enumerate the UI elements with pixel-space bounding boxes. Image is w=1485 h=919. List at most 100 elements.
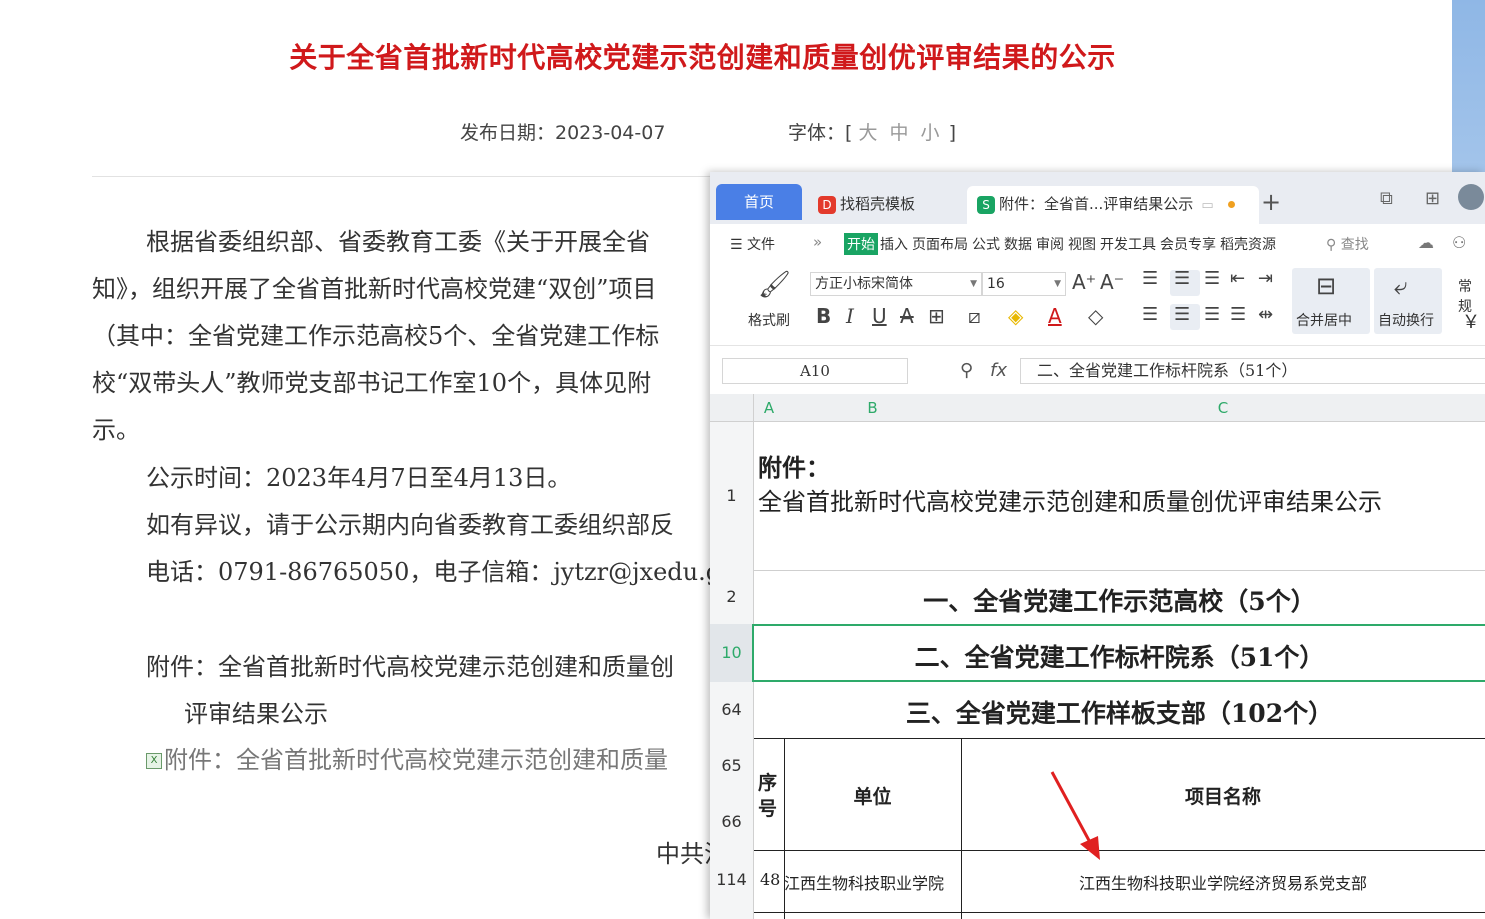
- font-name-select[interactable]: 方正小标宋简体 ▼: [810, 272, 982, 296]
- cloud-sync-icon[interactable]: ☁: [1418, 233, 1434, 252]
- red-arrow-annotation: [1050, 771, 1100, 860]
- increase-font-icon[interactable]: A⁺: [1072, 270, 1096, 294]
- cell-attachment-label[interactable]: 附件：: [758, 448, 830, 483]
- justify-icon[interactable]: ☰: [1230, 304, 1246, 325]
- menu-item[interactable]: 视图: [1068, 237, 1096, 253]
- search-icon: ⚲: [1326, 237, 1341, 253]
- border-icon[interactable]: ⊞: [928, 304, 945, 328]
- window-mode-icon[interactable]: ⧉: [1380, 188, 1393, 209]
- row-number[interactable]: 114: [710, 850, 754, 919]
- menu-item[interactable]: 稻壳资源: [1220, 237, 1276, 253]
- spreadsheet-grid[interactable]: A B C 1 2 10 64 65 66 114 附件： 全省首批新时代高校党…: [710, 394, 1485, 919]
- row-number-selected[interactable]: 10: [710, 624, 754, 682]
- share-user-icon[interactable]: ⚇: [1452, 233, 1466, 252]
- format-painter-icon[interactable]: 🖌: [758, 270, 791, 300]
- expand-menu-icon[interactable]: »: [813, 233, 822, 251]
- menu-item[interactable]: 审阅: [1036, 237, 1064, 253]
- zoom-icon[interactable]: ⚲: [960, 360, 973, 381]
- attachment-text: 附件：全省首批新时代高校党建示范创建和质量创: [146, 653, 674, 681]
- column-header-a[interactable]: A: [754, 394, 784, 422]
- menu-items: 插入 页面布局 公式 数据 审阅 视图 开发工具 会员专享 稻壳资源: [880, 234, 1280, 254]
- cell-section-3[interactable]: 三、全省党建工作样板支部（102个）: [754, 694, 1485, 730]
- row-divider: [754, 570, 1485, 571]
- row-number[interactable]: 64: [710, 682, 754, 738]
- tab-home[interactable]: 首页: [716, 184, 802, 220]
- search-button[interactable]: ⚲ 查找: [1326, 234, 1369, 254]
- table-header-border: [754, 850, 1485, 851]
- tab-document[interactable]: S 附件：全省首...评审结果公示 ▭: [967, 186, 1259, 224]
- merge-cells-icon[interactable]: ⊟: [1316, 272, 1336, 300]
- publish-date: 发布日期：2023-04-07: [460, 122, 666, 144]
- currency-button[interactable]: ￥: [1462, 308, 1480, 334]
- clear-format-icon[interactable]: ◇: [1088, 304, 1103, 328]
- column-header-c[interactable]: C: [961, 394, 1485, 422]
- name-box[interactable]: A10: [722, 358, 908, 384]
- strikethrough-icon[interactable]: A: [900, 304, 914, 328]
- ribbon-toolbar: 🖌 格式刷 方正小标宋简体 ▼ 16 ▼ A⁺ A⁻ B I U A ⊞ ⧄ ◈ A…: [710, 264, 1485, 346]
- cell-section-1[interactable]: 一、全省党建工作示范高校（5个）: [754, 582, 1485, 618]
- align-bottom-icon[interactable]: ☰: [1204, 268, 1220, 289]
- new-tab-icon[interactable]: +: [1261, 188, 1281, 216]
- menu-item[interactable]: 插入: [880, 237, 908, 253]
- attachment-link-label: 附件：全省首批新时代高校党建示范创建和质量: [164, 746, 668, 774]
- bold-icon[interactable]: B: [816, 304, 831, 328]
- menu-item[interactable]: 会员专享: [1160, 237, 1216, 253]
- file-menu[interactable]: ☰ 文件: [730, 234, 775, 254]
- fx-icon[interactable]: fx: [990, 360, 1007, 381]
- indent-icon[interactable]: ⇥: [1258, 268, 1273, 289]
- avatar[interactable]: [1458, 184, 1484, 210]
- tab-bar: 首页 D 找稻壳模板 S 附件：全省首...评审结果公示 ▭ + ⧉ ⊞: [710, 172, 1485, 224]
- align-center-icon[interactable]: ☰: [1174, 304, 1190, 325]
- row-number[interactable]: 65: [710, 738, 754, 794]
- font-size-select[interactable]: 16 ▼: [982, 272, 1066, 296]
- distribute-icon[interactable]: ⇹: [1258, 304, 1273, 325]
- font-size-switcher: 字体：[ 大 中 小 ]: [788, 118, 956, 145]
- row-number[interactable]: 66: [710, 794, 754, 850]
- outdent-icon[interactable]: ⇤: [1230, 268, 1245, 289]
- menu-item[interactable]: 数据: [1004, 237, 1032, 253]
- tab-document-label: 附件：全省首...评审结果公示: [999, 195, 1194, 213]
- menu-item[interactable]: 公式: [972, 237, 1000, 253]
- underline-icon[interactable]: U: [872, 304, 887, 328]
- cell-sheet-title[interactable]: 全省首批新时代高校党建示范创建和质量创优评审结果公示: [758, 482, 1382, 517]
- objection-text: 如有异议，请于公示期内向省委教育工委组织部反: [146, 511, 674, 539]
- align-right-icon[interactable]: ☰: [1204, 304, 1220, 325]
- align-top-icon[interactable]: ☰: [1142, 268, 1158, 289]
- wrap-text-icon[interactable]: ⤶: [1394, 272, 1407, 300]
- menu-item[interactable]: 页面布局: [912, 237, 968, 253]
- menu-start[interactable]: 开始: [844, 233, 878, 255]
- grid-apps-icon[interactable]: ⊞: [1425, 188, 1440, 209]
- cell-seq[interactable]: 48: [760, 870, 780, 889]
- paragraph-line: 校“双带头人”教师党支部书记工作室10个，具体见附: [92, 369, 652, 397]
- select-all-corner[interactable]: [710, 394, 754, 422]
- italic-icon[interactable]: I: [846, 304, 854, 328]
- fill-pattern-icon[interactable]: ⧄: [968, 304, 981, 328]
- decrease-font-icon[interactable]: A⁻: [1100, 270, 1124, 294]
- format-painter-label[interactable]: 格式刷: [748, 310, 790, 330]
- fill-color-icon[interactable]: ◈: [1008, 304, 1023, 328]
- page-title: 关于全省首批新时代高校党建示范创建和质量创优评审结果的公示: [289, 41, 1116, 74]
- align-middle-icon[interactable]: ☰: [1174, 268, 1190, 289]
- cell-project[interactable]: 江西生物科技职业学院经济贸易系党支部: [961, 870, 1485, 894]
- column-header-b[interactable]: B: [784, 394, 961, 422]
- menu-item[interactable]: 开发工具: [1100, 237, 1156, 253]
- formula-input[interactable]: 二、全省党建工作标杆院系（51个）: [1020, 358, 1485, 384]
- row-number[interactable]: 2: [710, 570, 754, 624]
- contact-text: 电话：0791-86765050，电子信箱：jytzr@jxedu.go: [146, 558, 736, 586]
- row-number[interactable]: 1: [710, 422, 754, 570]
- merge-center-button[interactable]: 合并居中: [1296, 310, 1352, 330]
- chevron-down-icon: ▼: [970, 279, 977, 289]
- cell-section-2[interactable]: 二、全省党建工作标杆院系（51个）: [754, 638, 1485, 674]
- auto-wrap-button[interactable]: 自动换行: [1378, 310, 1434, 330]
- screen-icon: ▭: [1201, 198, 1214, 213]
- header-unit[interactable]: 单位: [784, 782, 961, 809]
- tab-template[interactable]: D 找稻壳模板: [810, 186, 960, 224]
- font-size-options[interactable]: 大 中 小: [858, 122, 942, 144]
- font-color-icon[interactable]: A: [1048, 304, 1062, 328]
- header-seq[interactable]: 序号: [758, 770, 780, 822]
- attachment-link[interactable]: X 附件：全省首批新时代高校党建示范创建和质量: [146, 740, 668, 775]
- chevron-down-icon: ▼: [1054, 279, 1061, 289]
- align-left-icon[interactable]: ☰: [1142, 304, 1158, 325]
- paragraph-line: 示。: [92, 416, 140, 444]
- cell-unit[interactable]: 江西生物科技职业学院: [784, 870, 964, 894]
